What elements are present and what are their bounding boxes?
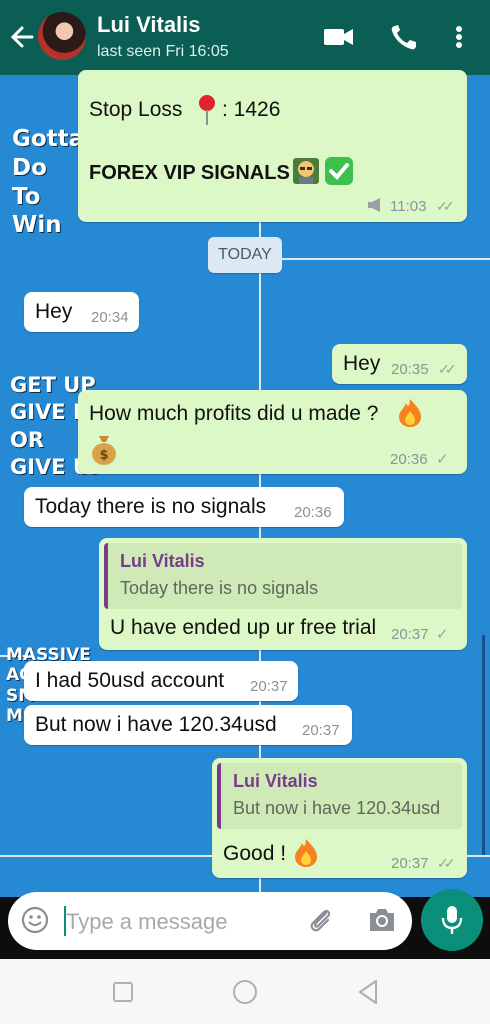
- message-bubble-incoming[interactable]: I had 50usd account 20:37: [24, 661, 298, 701]
- message-bubble-outgoing[interactable]: Stop Loss : 1426 FOREX VIP SIGNALS 11:03…: [78, 70, 467, 222]
- attach-icon[interactable]: [306, 905, 336, 940]
- message-time: 20:36: [390, 451, 428, 468]
- message-time: 20:36: [294, 504, 332, 521]
- message-bubble-outgoing[interactable]: Hey 20:35 ✓✓: [332, 344, 467, 384]
- fire-emoji-icon: [396, 398, 424, 433]
- message-time: 20:37: [391, 626, 429, 643]
- quoted-message[interactable]: Lui Vitalis Today there is no signals: [104, 543, 462, 609]
- message-text-value: : 1426: [222, 98, 281, 121]
- message-text: How much profits did u made ?: [89, 402, 379, 425]
- date-divider: TODAY: [208, 237, 282, 273]
- message-text: Hey: [343, 352, 381, 375]
- chat-header: Lui Vitalis last seen Fri 16:05: [0, 0, 490, 75]
- message-bubble-outgoing-reply[interactable]: Lui Vitalis But now i have 120.34usd Goo…: [212, 758, 467, 878]
- check-mark-emoji-icon: [324, 156, 354, 191]
- quoted-text: Today there is no signals: [120, 578, 319, 598]
- message-input[interactable]: Type a message: [66, 909, 227, 935]
- message-text: I had 50usd account: [35, 669, 225, 692]
- svg-text:$: $: [99, 448, 108, 463]
- message-time: 20:34: [91, 309, 129, 326]
- contact-name[interactable]: Lui Vitalis: [97, 12, 201, 38]
- phone-icon[interactable]: [388, 22, 422, 52]
- message-time: 20:37: [250, 678, 288, 695]
- message-text: Today there is no signals: [35, 495, 267, 518]
- quoted-sender-name: Lui Vitalis: [233, 771, 318, 791]
- message-bubble-outgoing-reply[interactable]: Lui Vitalis Today there is no signals U …: [99, 538, 467, 650]
- teacher-emoji-icon: [291, 156, 321, 191]
- message-text: U have ended up ur free trial: [110, 616, 377, 639]
- wallpaper-line: [282, 258, 490, 260]
- nav-back-icon[interactable]: [356, 979, 380, 1010]
- read-receipt-icon: ✓✓: [436, 198, 455, 214]
- back-arrow-icon[interactable]: [8, 20, 36, 54]
- camera-icon[interactable]: [366, 906, 398, 939]
- read-receipt-icon: ✓✓: [438, 361, 457, 377]
- contact-avatar[interactable]: [38, 12, 86, 60]
- message-time: 20:35: [391, 361, 429, 378]
- microphone-icon: [441, 906, 463, 934]
- message-text: FOREX VIP SIGNALS: [89, 162, 290, 184]
- message-time: 20:37: [302, 722, 340, 739]
- fire-emoji-icon: [292, 838, 320, 873]
- system-navigation-bar: [0, 959, 490, 1024]
- quoted-text: But now i have 120.34usd: [233, 798, 441, 818]
- sent-receipt-icon: ✓: [436, 451, 449, 468]
- money-bag-emoji-icon: $: [90, 434, 118, 471]
- recent-apps-icon[interactable]: [112, 981, 134, 1008]
- voice-message-button[interactable]: [421, 889, 483, 951]
- megaphone-icon: [366, 198, 384, 217]
- last-seen-status: last seen Fri 16:05: [97, 43, 229, 60]
- message-bubble-outgoing[interactable]: How much profits did u made ? $ 20:36 ✓: [78, 390, 467, 474]
- message-time: 11:03: [390, 198, 427, 215]
- message-text: Good !: [223, 842, 287, 865]
- home-icon[interactable]: [232, 979, 258, 1010]
- message-bubble-incoming[interactable]: Hey 20:34: [24, 292, 139, 332]
- message-bubble-incoming[interactable]: But now i have 120.34usd 20:37: [24, 705, 352, 745]
- message-text: Stop Loss: [89, 98, 183, 121]
- quoted-message[interactable]: Lui Vitalis But now i have 120.34usd: [217, 763, 462, 829]
- message-time: 20:37: [391, 855, 429, 872]
- message-bubble-incoming[interactable]: Today there is no signals 20:36: [24, 487, 344, 527]
- video-call-icon[interactable]: [322, 22, 356, 52]
- wallpaper-quote-1: Gotta Do To Win: [12, 126, 85, 239]
- quoted-sender-name: Lui Vitalis: [120, 551, 205, 571]
- more-menu-icon[interactable]: [446, 22, 472, 52]
- sent-receipt-icon: ✓: [436, 626, 449, 643]
- read-receipt-icon: ✓✓: [437, 855, 456, 871]
- emoji-icon[interactable]: [20, 905, 50, 940]
- scrollbar[interactable]: [482, 635, 485, 855]
- pin-icon: [196, 94, 218, 131]
- message-text: But now i have 120.34usd: [35, 713, 277, 736]
- message-text: Hey: [35, 300, 73, 323]
